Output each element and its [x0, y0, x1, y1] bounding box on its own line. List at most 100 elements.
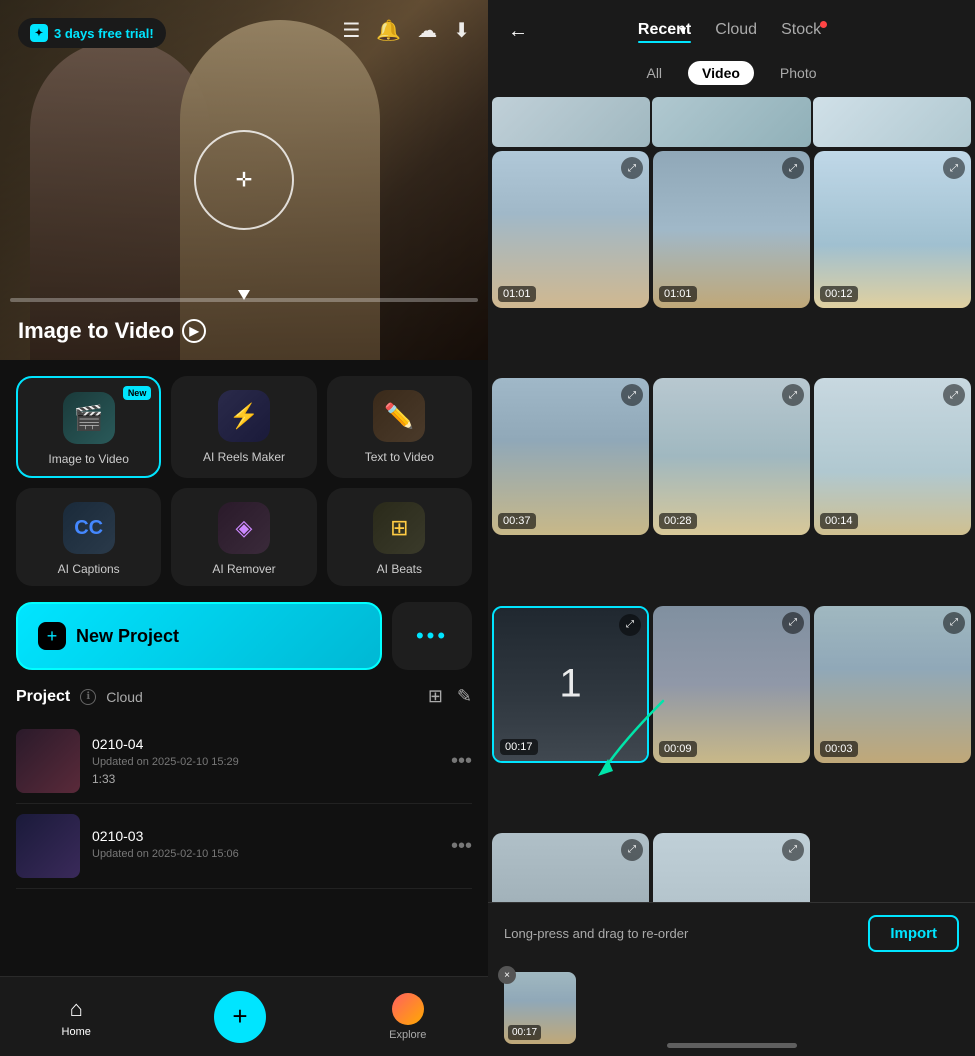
expand-icon-0[interactable]: ⤢ [621, 157, 643, 179]
tool-ai-remover[interactable]: ◈ AI Remover [171, 488, 316, 586]
video-thumb-0[interactable]: ⤢ 01:01 [492, 151, 649, 308]
top-strip [488, 97, 975, 151]
video-duration-6: 00:17 [500, 739, 538, 755]
tool-ai-beats[interactable]: ⊞ AI Beats [327, 488, 472, 586]
project-item-0[interactable]: 0210-04 Updated on 2025-02-10 15:29 1:33… [16, 719, 472, 804]
expand-icon-8[interactable]: ⤢ [943, 612, 965, 634]
tab-stock-label: Stock [781, 21, 821, 38]
video-duration-4: 00:28 [659, 513, 697, 529]
tool-ai-reels[interactable]: ⚡ AI Reels Maker [171, 376, 316, 478]
video-thumb-7[interactable]: ⤢ 00:09 [653, 606, 810, 763]
stock-notification-dot [820, 21, 827, 28]
tool-grid: New 🎬 Image to Video ⚡ AI Reels Maker ✏️… [0, 360, 488, 602]
project-more-0[interactable]: ••• [451, 750, 472, 773]
right-panel: ← Recent ▾ Cloud Stock All Video Photo [488, 0, 975, 1056]
video-thumb-4[interactable]: ⤢ 00:28 [653, 378, 810, 535]
ai-reels-label: AI Reels Maker [203, 450, 285, 464]
project-date-0: Updated on 2025-02-10 15:29 [92, 756, 439, 768]
bottom-divider [667, 1043, 797, 1048]
download-icon[interactable]: ⬇ [453, 18, 470, 43]
tool-image-to-video[interactable]: New 🎬 Image to Video [16, 376, 161, 478]
remove-selected-button[interactable]: × [498, 966, 516, 984]
right-bottom: Long-press and drag to re-order Import ×… [488, 902, 975, 1056]
strip-item-1 [652, 97, 810, 147]
ai-beats-label: AI Beats [377, 562, 422, 576]
project-more-1[interactable]: ••• [451, 835, 472, 858]
strip-item-0 [492, 97, 650, 147]
expand-icon-2[interactable]: ⤢ [943, 157, 965, 179]
tab-stock[interactable]: Stock [781, 21, 821, 43]
filter-video[interactable]: Video [688, 61, 754, 85]
project-item-1[interactable]: 0210-03 Updated on 2025-02-10 15:06 ••• [16, 804, 472, 889]
text-to-video-label: Text to Video [365, 450, 434, 464]
notification-icon[interactable]: 🔔 [376, 18, 401, 43]
expand-icon-9[interactable]: ⤢ [621, 839, 643, 861]
nav-add-button[interactable]: + [214, 991, 266, 1043]
grid-view-icon[interactable]: ⊞ [428, 686, 443, 707]
video-thumb-8[interactable]: ⤢ 00:03 [814, 606, 971, 763]
tab-cloud[interactable]: Cloud [715, 21, 757, 43]
timeline-thumb [238, 290, 250, 300]
video-thumb-6[interactable]: ⤢ 1 00:17 [492, 606, 649, 763]
video-number-6: 1 [559, 662, 581, 707]
video-thumb-2[interactable]: ⤢ 00:12 [814, 151, 971, 308]
video-duration-0: 01:01 [498, 286, 536, 302]
list-icon[interactable]: ☰ [342, 18, 360, 43]
video-thumb-5[interactable]: ⤢ 00:14 [814, 378, 971, 535]
cloud-upload-icon[interactable]: ☁ [417, 18, 437, 43]
video-duration-1: 01:01 [659, 286, 697, 302]
video-thumb-1[interactable]: ⤢ 01:01 [653, 151, 810, 308]
expand-icon-7[interactable]: ⤢ [782, 612, 804, 634]
expand-icon-1[interactable]: ⤢ [782, 157, 804, 179]
new-project-text: New Project [76, 626, 179, 647]
project-info-0: 0210-04 Updated on 2025-02-10 15:29 1:33 [92, 736, 439, 786]
action-row: + New Project ••• [0, 602, 488, 686]
project-date-1: Updated on 2025-02-10 15:06 [92, 848, 439, 860]
project-info-1: 0210-03 Updated on 2025-02-10 15:06 [92, 828, 439, 864]
trial-badge[interactable]: ✦ 3 days free trial! [18, 18, 166, 48]
video-thumb-3[interactable]: ⤢ 00:37 [492, 378, 649, 535]
new-project-button[interactable]: + New Project [16, 602, 382, 670]
dropdown-icon: ▾ [680, 23, 686, 37]
selected-preview-thumb-0: 00:17 [504, 972, 576, 1044]
expand-icon-6[interactable]: ⤢ [619, 614, 641, 636]
ai-reels-icon-box: ⚡ [218, 390, 270, 442]
video-duration-5: 00:14 [820, 513, 858, 529]
timeline-bar[interactable] [10, 290, 478, 310]
right-tabs: Recent ▾ Cloud Stock [638, 21, 821, 43]
hero-play-icon[interactable]: ▶ [182, 319, 206, 343]
project-info-icon[interactable]: ℹ [80, 689, 96, 705]
nav-explore[interactable]: Explore [389, 993, 426, 1041]
tool-text-to-video[interactable]: ✏️ Text to Video [327, 376, 472, 478]
bottom-hint: Long-press and drag to re-order Import [488, 903, 975, 964]
left-content: New 🎬 Image to Video ⚡ AI Reels Maker ✏️… [0, 360, 488, 1056]
tab-recent[interactable]: Recent ▾ [638, 21, 691, 43]
ai-captions-label: AI Captions [58, 562, 120, 576]
trial-badge-icon: ✦ [30, 24, 48, 42]
hero-label-text: Image to Video [18, 318, 174, 344]
edit-icon[interactable]: ✎ [457, 686, 472, 707]
project-title-group: Project ℹ Cloud [16, 688, 143, 706]
selected-preview-duration-0: 00:17 [508, 1025, 541, 1040]
more-button[interactable]: ••• [392, 602, 472, 670]
filter-photo[interactable]: Photo [766, 61, 831, 85]
back-button[interactable]: ← [508, 20, 528, 43]
project-thumbnail-1 [16, 814, 80, 878]
image-to-video-icon-box: 🎬 [63, 392, 115, 444]
video-duration-8: 00:03 [820, 741, 858, 757]
import-button[interactable]: Import [868, 915, 959, 952]
expand-icon-10[interactable]: ⤢ [782, 839, 804, 861]
project-header: Project ℹ Cloud ⊞ ✎ [16, 686, 472, 707]
new-badge: New [123, 386, 152, 400]
crop-circle: ✛ [194, 130, 294, 230]
video-duration-2: 00:12 [820, 286, 858, 302]
home-icon: ⌂ [70, 996, 83, 1022]
tool-ai-captions[interactable]: CC AI Captions [16, 488, 161, 586]
video-duration-3: 00:37 [498, 513, 536, 529]
bottom-nav: ⌂ Home + Explore [0, 976, 488, 1056]
project-duration-0: 1:33 [92, 772, 439, 786]
filter-all[interactable]: All [632, 61, 676, 85]
hero-label: Image to Video ▶ [18, 318, 206, 344]
filter-photo-label: Photo [780, 65, 817, 81]
nav-home[interactable]: ⌂ Home [62, 996, 91, 1038]
